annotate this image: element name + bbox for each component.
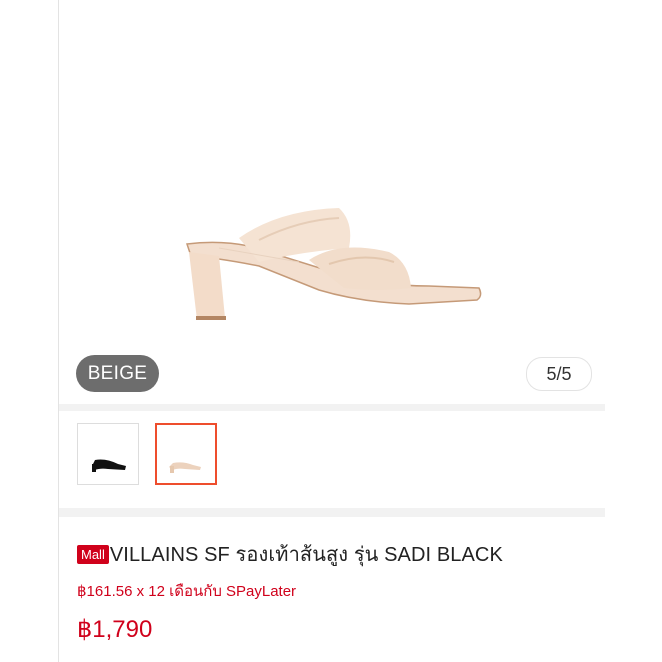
mall-badge: Mall bbox=[77, 544, 109, 564]
product-title: VILLAINS SF รองเท้าส้นสูง รุ่น SADI BLAC… bbox=[109, 544, 503, 566]
section-divider bbox=[59, 508, 605, 517]
section-divider bbox=[59, 404, 605, 411]
beige-sandal-icon bbox=[169, 462, 201, 473]
thumbnail-black-sandal[interactable] bbox=[77, 423, 139, 485]
beige-sandal-image bbox=[185, 208, 482, 320]
variant-label-pill: BEIGE bbox=[76, 355, 159, 392]
product-info: Mall VILLAINS SF รองเท้าส้นสูง รุ่น SADI… bbox=[59, 517, 605, 662]
product-title-row: Mall VILLAINS SF รองเท้าส้นสูง รุ่น SADI… bbox=[77, 538, 503, 570]
product-image-gallery[interactable]: BEIGE 5/5 bbox=[59, 0, 605, 404]
installment-offer[interactable]: ฿161.56 x 12 เดือนกับ SPayLater bbox=[77, 579, 296, 603]
thumbnail-beige-sandal[interactable] bbox=[155, 423, 217, 485]
image-counter: 5/5 bbox=[526, 357, 592, 391]
thumbnail-strip bbox=[59, 411, 605, 508]
product-price: ฿1,790 bbox=[77, 616, 153, 643]
product-page: BEIGE 5/5 Mall VILLAINS SF รองเท้าส้นสูง… bbox=[0, 0, 662, 662]
black-sandal-icon bbox=[92, 459, 126, 472]
